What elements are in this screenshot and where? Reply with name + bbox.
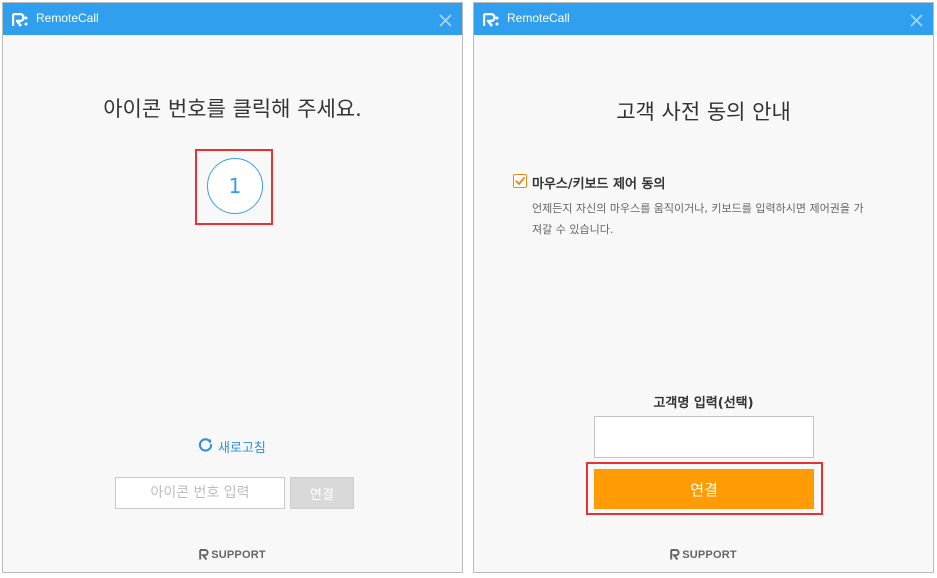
icon-number-input[interactable] bbox=[115, 477, 285, 509]
brand-text: SUPPORT bbox=[682, 548, 737, 561]
rsupport-logo-icon bbox=[199, 545, 209, 564]
remotecall-logo-icon bbox=[11, 12, 30, 31]
title-bar: RemoteCall bbox=[3, 3, 462, 35]
check-icon bbox=[515, 177, 525, 185]
remotecall-window-consent: RemoteCall 고객 사전 동의 안내 마우스/키보드 제어 동의 언제든… bbox=[473, 2, 934, 573]
close-icon[interactable] bbox=[439, 12, 452, 31]
brand-text: SUPPORT bbox=[211, 548, 266, 561]
app-title: RemoteCall bbox=[507, 11, 570, 25]
consent-description: 언제든지 자신의 마우스를 움직이거나, 키보드를 입력하시면 제어권을 가져갈… bbox=[532, 202, 864, 236]
refresh-link[interactable]: 새로고침 bbox=[198, 436, 266, 456]
refresh-label: 새로고침 bbox=[218, 440, 266, 456]
app-title: RemoteCall bbox=[36, 11, 99, 25]
page-heading: 아이콘 번호를 클릭해 주세요. bbox=[103, 97, 362, 121]
rsupport-logo-icon bbox=[670, 545, 680, 564]
icon-number-button[interactable]: 1 bbox=[207, 158, 263, 214]
rsupport-logo: SUPPORT bbox=[474, 545, 933, 564]
consent-label: 마우스/키보드 제어 동의 bbox=[532, 177, 666, 192]
consent-checkbox[interactable] bbox=[513, 174, 527, 188]
connect-button[interactable]: 연결 bbox=[594, 469, 814, 509]
refresh-icon bbox=[198, 437, 213, 456]
page-heading: 고객 사전 동의 안내 bbox=[616, 100, 791, 124]
remotecall-logo-icon bbox=[482, 12, 501, 31]
customer-name-input[interactable] bbox=[594, 416, 814, 458]
connect-button-disabled[interactable]: 연결 bbox=[290, 477, 354, 509]
rsupport-logo: SUPPORT bbox=[3, 545, 462, 564]
close-icon[interactable] bbox=[910, 12, 923, 31]
customer-name-label: 고객명 입력(선택) bbox=[653, 396, 754, 411]
title-bar: RemoteCall bbox=[474, 3, 933, 35]
remotecall-window-icon-select: RemoteCall 아이콘 번호를 클릭해 주세요. 1 새로고침 연결 SU… bbox=[2, 2, 463, 573]
